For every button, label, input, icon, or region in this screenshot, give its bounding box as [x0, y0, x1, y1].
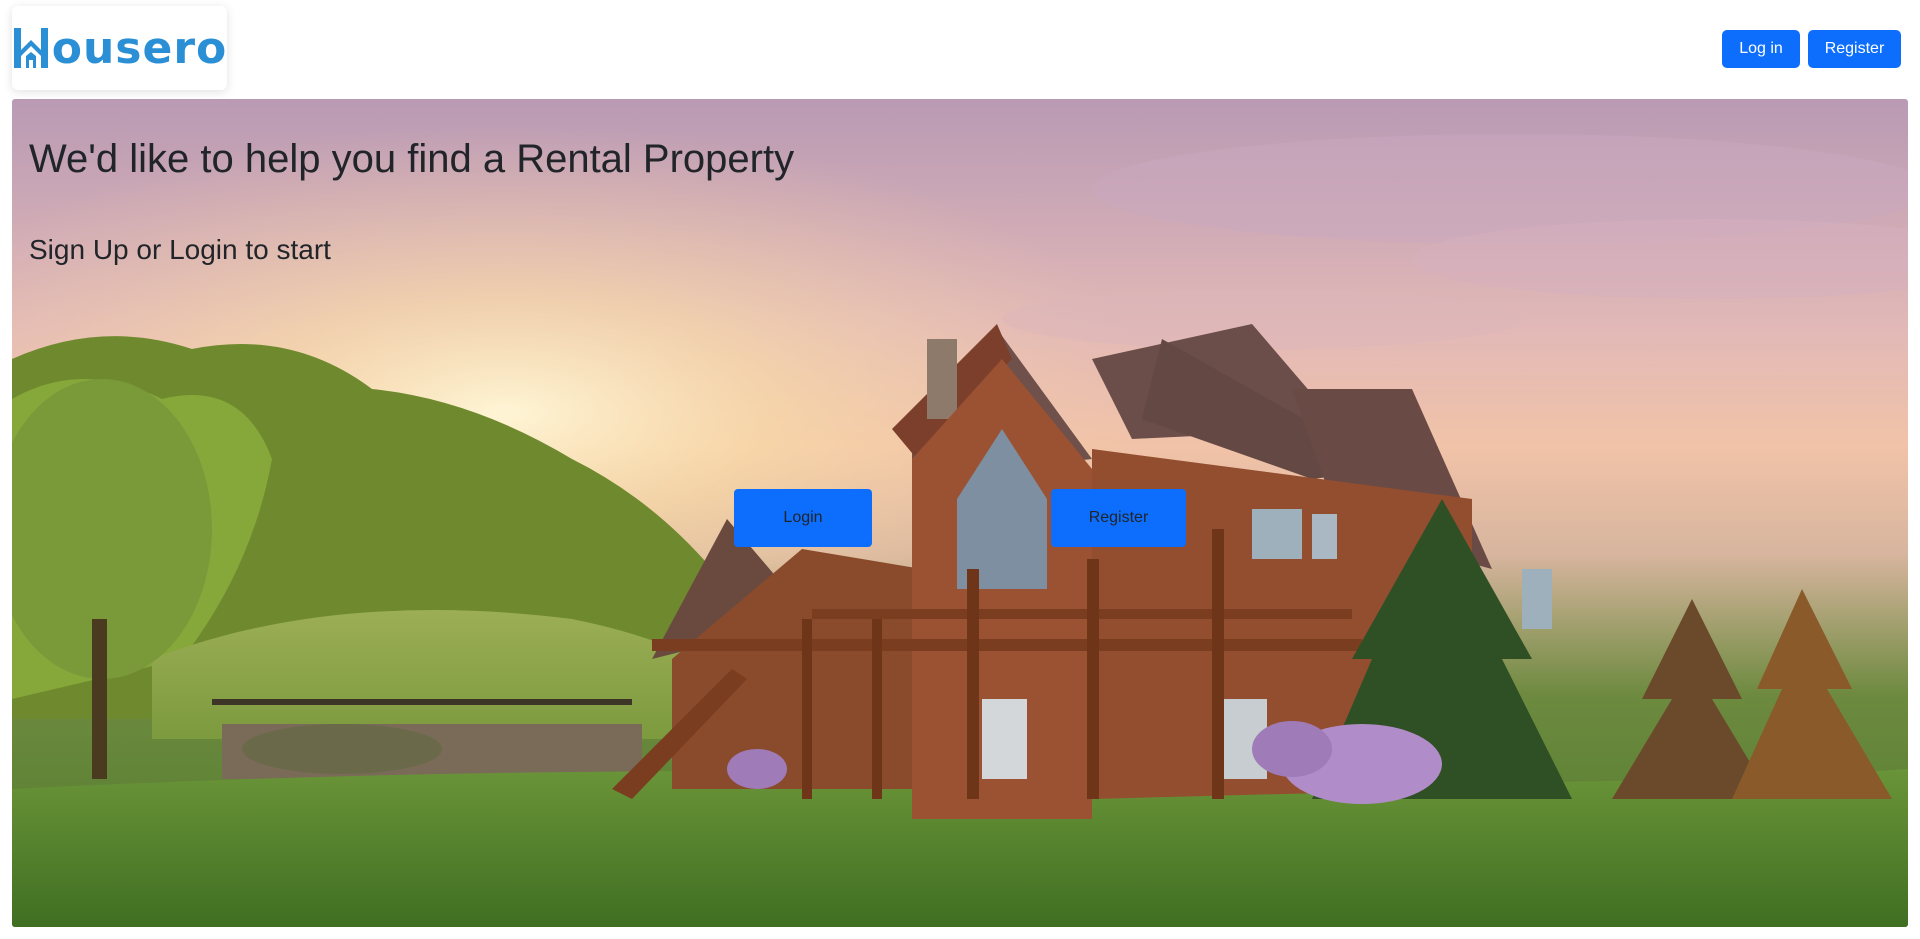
hero-title: We'd like to help you find a Rental Prop… — [29, 137, 795, 181]
hero-subtitle: Sign Up or Login to start — [29, 234, 331, 265]
nav-register-button[interactable]: Register — [1808, 30, 1901, 68]
nav-login-button[interactable]: Log in — [1722, 30, 1800, 68]
brand-name: ousero — [51, 22, 228, 74]
logo-wordmark: ousero — [12, 23, 228, 74]
house-h-icon — [13, 28, 48, 68]
hero-banner: We'd like to help you find a Rental Prop… — [12, 99, 1908, 927]
hero-register-button[interactable]: Register — [1051, 489, 1186, 547]
hero-login-button[interactable]: Login — [734, 489, 872, 547]
hero-background-image — [12, 99, 1908, 927]
logo[interactable]: ousero — [12, 6, 227, 90]
